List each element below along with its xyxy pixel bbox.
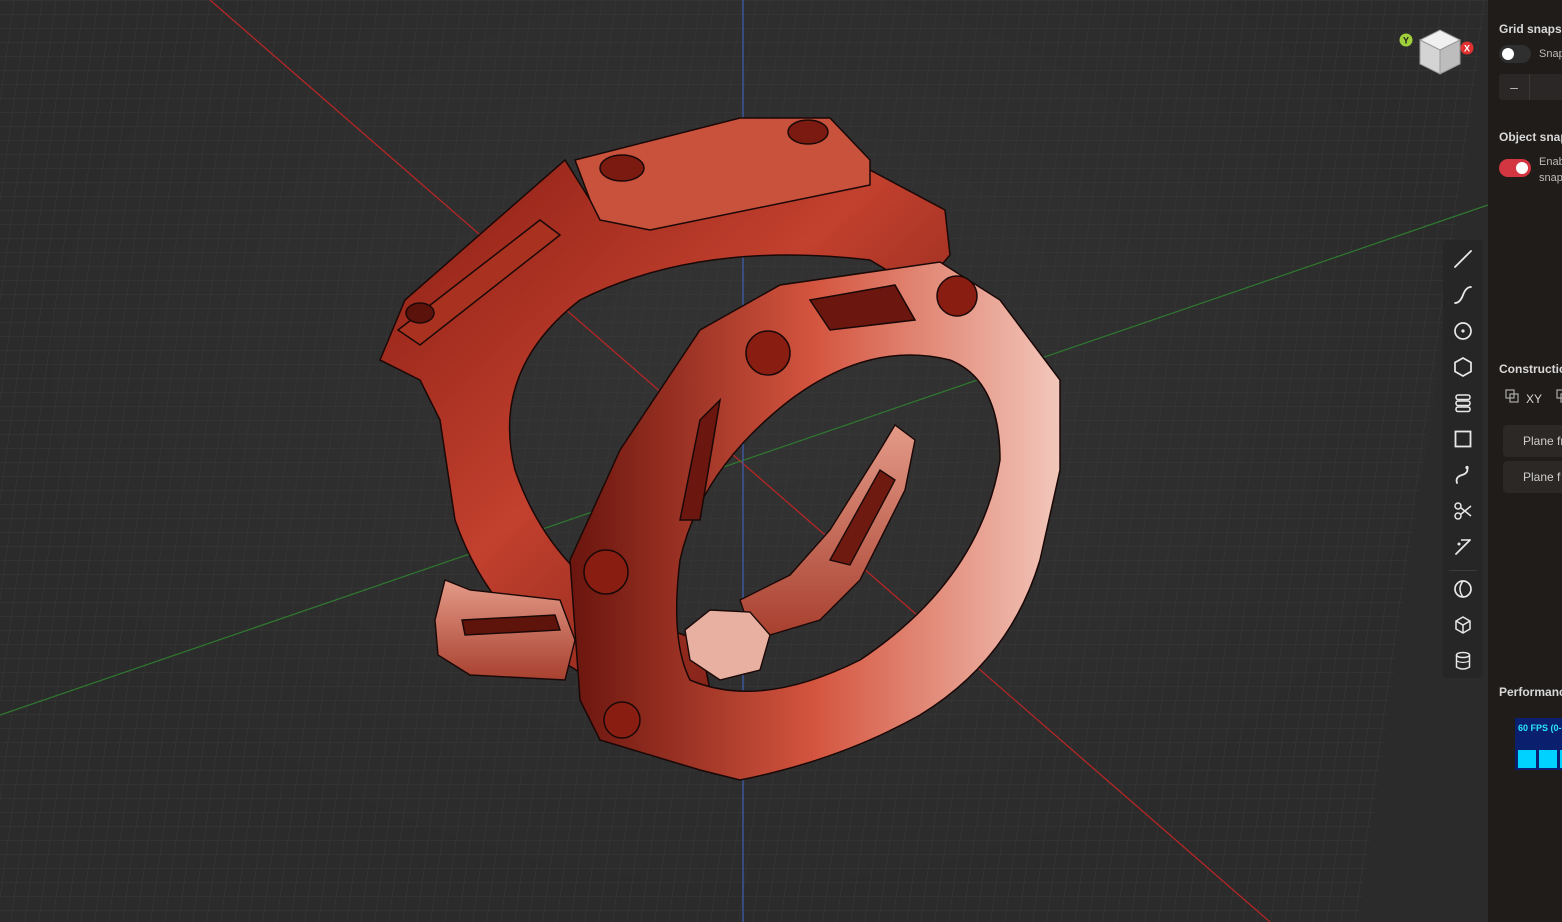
cylinder-tool-button[interactable]	[1447, 646, 1479, 676]
s-curve-icon	[1455, 465, 1469, 484]
trim-tool-button[interactable]	[1447, 496, 1479, 526]
toggle-knob	[1502, 48, 1514, 60]
object-snap-title: Object snap	[1499, 130, 1562, 144]
toolbar-separator	[1449, 570, 1477, 571]
polygon-tool-button[interactable]	[1447, 352, 1479, 382]
scissors-icon	[1454, 502, 1472, 520]
performance-title: Performanc	[1499, 685, 1562, 699]
object-snap-toggle[interactable]	[1499, 159, 1531, 177]
revolve-tool-button[interactable]	[1447, 574, 1479, 604]
grid-snap-label: Snap	[1539, 48, 1562, 60]
extend-icon	[1455, 539, 1471, 555]
plane-from-button-2[interactable]: Plane f	[1503, 461, 1562, 493]
fps-bar	[1518, 750, 1536, 768]
stepper-minus-button[interactable]: –	[1499, 74, 1530, 100]
drawing-toolbar	[1443, 240, 1483, 678]
plane-icon	[1505, 389, 1519, 403]
line-tool-button[interactable]	[1447, 244, 1479, 274]
view-cube-icon[interactable]: Y X	[1396, 26, 1476, 82]
grid-snap-toggle[interactable]	[1499, 45, 1531, 63]
y-axis-letter: Y	[1403, 36, 1409, 46]
object-snap-label-line2: snap	[1539, 172, 1562, 184]
layers-tool-button[interactable]	[1447, 388, 1479, 418]
cylinder-icon	[1455, 651, 1471, 670]
circle-dot-icon	[1454, 322, 1472, 340]
construction-title: Constructio	[1499, 362, 1562, 376]
object-snap-label-line1: Enab	[1539, 156, 1562, 168]
circle-tool-button[interactable]	[1447, 316, 1479, 346]
plane-from-button-1[interactable]: Plane fr	[1503, 425, 1562, 457]
fps-monitor[interactable]: 60 FPS (0-	[1515, 718, 1562, 770]
curve-icon	[1454, 286, 1472, 304]
hexagon-icon	[1454, 357, 1472, 377]
fps-label: 60 FPS (0-	[1518, 723, 1562, 733]
rectangle-tool-button[interactable]	[1447, 424, 1479, 454]
spline-tool-button[interactable]	[1447, 280, 1479, 310]
line-icon	[1454, 250, 1472, 268]
3d-viewport[interactable]: Y X	[0, 0, 1488, 922]
stack-icon	[1455, 394, 1471, 413]
scene-canvas[interactable]	[0, 0, 1488, 922]
plane-icon	[1556, 389, 1562, 403]
settings-panel: Grid snaps Snap – Object snap Enab snap …	[1488, 0, 1562, 922]
box-tool-button[interactable]	[1447, 610, 1479, 640]
plane-xy-label[interactable]: XY	[1526, 391, 1542, 407]
cube-icon	[1455, 616, 1471, 634]
extend-tool-button[interactable]	[1447, 532, 1479, 562]
grid-size-stepper[interactable]: –	[1499, 74, 1562, 100]
curve-edit-tool-button[interactable]	[1447, 460, 1479, 490]
square-icon	[1454, 430, 1472, 448]
revolve-icon	[1454, 580, 1472, 598]
x-axis-letter: X	[1464, 44, 1470, 54]
grid-snaps-title: Grid snaps	[1499, 22, 1562, 36]
fps-bar	[1539, 750, 1557, 768]
toggle-knob	[1516, 162, 1528, 174]
